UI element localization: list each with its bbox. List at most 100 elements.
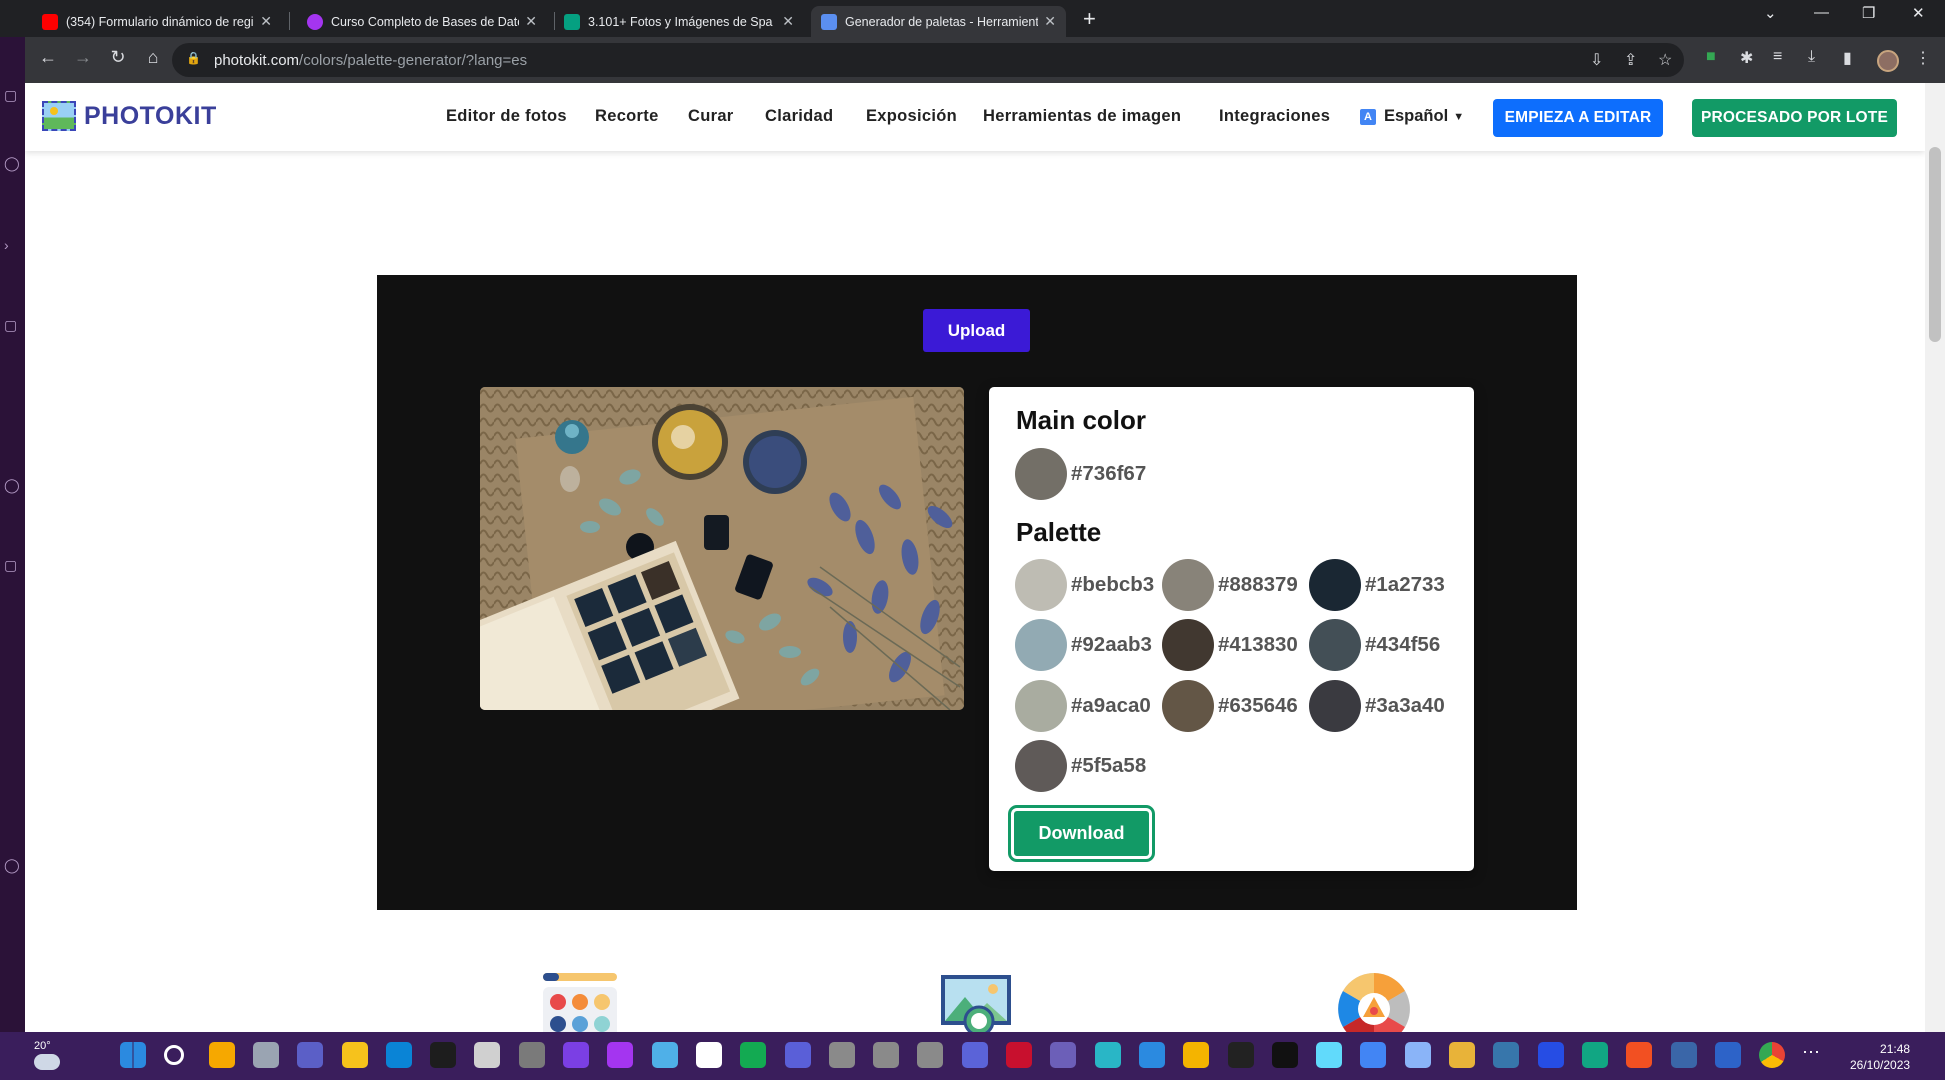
browser-tab[interactable]: 3.101+ Fotos y Imágenes de Spa Gr ✕ (554, 6, 804, 37)
scrollbar-thumb[interactable] (1929, 147, 1941, 342)
palette-swatch[interactable]: #bebcb3 (1015, 559, 1154, 611)
google-icon[interactable] (1360, 1042, 1387, 1068)
app-icon[interactable] (430, 1042, 457, 1068)
share-icon[interactable]: ⇪ (1624, 50, 1637, 70)
browser-tab[interactable]: (354) Formulario dinámico de regis ✕ (32, 6, 282, 37)
close-tab-icon[interactable]: ✕ (525, 13, 537, 30)
side-icon[interactable]: ◯ (4, 155, 20, 172)
main-color-swatch[interactable]: #736f67 (1015, 448, 1146, 500)
app-icon[interactable] (828, 1042, 855, 1068)
app-icon[interactable] (1449, 1042, 1475, 1068)
reload-icon[interactable]: ↻ (106, 47, 130, 68)
close-window-icon[interactable]: ✕ (1912, 4, 1925, 22)
site-logo[interactable]: PHOTOKIT (42, 101, 217, 131)
nav-link-curate[interactable]: Curar (688, 107, 734, 126)
side-icon[interactable]: ◯ (4, 477, 20, 494)
language-selector[interactable]: A Español ▼ (1360, 107, 1464, 126)
nav-link-integrations[interactable]: Integraciones (1219, 107, 1330, 126)
forward-icon[interactable]: → (71, 47, 95, 68)
app-icon[interactable] (961, 1042, 988, 1068)
side-icon[interactable]: ▢ (4, 317, 17, 334)
palette-swatch[interactable]: #434f56 (1309, 619, 1440, 671)
app-icon[interactable] (1581, 1042, 1608, 1068)
udemy-icon[interactable] (607, 1042, 634, 1068)
nav-link-crop[interactable]: Recorte (595, 107, 659, 126)
start-icon[interactable] (120, 1042, 146, 1068)
app-icon[interactable] (917, 1042, 944, 1068)
address-bar[interactable]: 🔒 photokit.com/colors/palette-generator/… (172, 43, 1684, 77)
download-button[interactable]: Download (1008, 805, 1155, 862)
app-icon[interactable] (1404, 1042, 1431, 1068)
side-icon[interactable]: ◯ (4, 857, 20, 874)
reading-list-icon[interactable]: ≡ (1773, 48, 1782, 66)
app-icon[interactable] (563, 1042, 589, 1068)
app-icon[interactable] (784, 1042, 811, 1068)
side-icon[interactable]: ▢ (4, 557, 17, 574)
app-icon[interactable] (1670, 1042, 1697, 1068)
side-icon[interactable]: ▢ (4, 87, 17, 104)
side-icon[interactable]: › (4, 237, 9, 253)
app-icon[interactable] (1227, 1042, 1254, 1068)
new-tab-button[interactable]: + (1083, 6, 1096, 32)
nav-link-editor[interactable]: Editor de fotos (446, 107, 567, 126)
nav-link-tools[interactable]: Herramientas de imagen (983, 107, 1181, 126)
widgets-icon[interactable] (208, 1042, 235, 1068)
back-icon[interactable]: ← (36, 47, 60, 68)
clock[interactable]: 21:48 26/10/2023 (1850, 1041, 1910, 1073)
home-icon[interactable]: ⌂ (141, 47, 165, 68)
app-icon[interactable] (1094, 1042, 1121, 1068)
css-icon[interactable] (1537, 1042, 1564, 1068)
app-icon[interactable] (1183, 1042, 1210, 1068)
nav-link-clarity[interactable]: Claridad (765, 107, 833, 126)
app-icon[interactable] (474, 1042, 501, 1068)
react-icon[interactable] (1316, 1042, 1343, 1068)
lock-icon[interactable]: 🔒 (186, 51, 201, 65)
palette-swatch[interactable]: #5f5a58 (1015, 740, 1146, 792)
edge-icon[interactable] (385, 1042, 412, 1068)
palette-swatch[interactable]: #92aab3 (1015, 619, 1152, 671)
palette-swatch[interactable]: #a9aca0 (1015, 680, 1151, 732)
teams-icon[interactable] (297, 1042, 324, 1068)
task-view-icon[interactable] (252, 1042, 279, 1068)
palette-swatch[interactable]: #635646 (1162, 680, 1298, 732)
side-panel-icon[interactable]: ▮ (1843, 48, 1852, 68)
close-tab-icon[interactable]: ✕ (260, 13, 272, 30)
extension-icon[interactable]: ■ (1706, 48, 1716, 66)
tab-search-icon[interactable]: ⌄ (1764, 4, 1777, 22)
palette-swatch[interactable]: #888379 (1162, 559, 1298, 611)
close-tab-icon[interactable]: ✕ (782, 13, 794, 30)
extensions-puzzle-icon[interactable]: ✱ (1740, 48, 1753, 68)
install-app-icon[interactable]: ⇩ (1590, 50, 1603, 70)
browser-tab[interactable]: Curso Completo de Bases de Datos ✕ (297, 6, 547, 37)
nav-link-exposure[interactable]: Exposición (866, 107, 957, 126)
search-icon[interactable] (164, 1045, 185, 1065)
upload-button[interactable]: Upload (923, 309, 1030, 352)
app-icon[interactable] (1138, 1042, 1165, 1068)
bookmark-star-icon[interactable]: ☆ (1658, 50, 1672, 70)
palette-swatch[interactable]: #413830 (1162, 619, 1298, 671)
app-icon[interactable] (518, 1042, 545, 1068)
weather-widget[interactable]: 20° (34, 1040, 60, 1070)
microsoft-icon[interactable] (1626, 1042, 1653, 1068)
app-icon[interactable] (1271, 1042, 1298, 1068)
overflow-dots-icon[interactable]: ⋯ (1798, 1042, 1824, 1068)
app-icon[interactable] (873, 1042, 900, 1068)
close-tab-icon[interactable]: ✕ (1044, 13, 1056, 30)
minimize-icon[interactable]: — (1814, 4, 1829, 21)
downloads-icon[interactable]: ⤓ (1808, 48, 1815, 66)
palette-swatch[interactable]: #1a2733 (1309, 559, 1445, 611)
python-icon[interactable] (1493, 1042, 1520, 1068)
batch-processing-button[interactable]: PROCESADO POR LOTE (1692, 99, 1897, 137)
url-text[interactable]: photokit.com/colors/palette-generator/?l… (214, 52, 527, 69)
restore-icon[interactable]: ❐ (1862, 4, 1875, 22)
start-editing-button[interactable]: EMPIEZA A EDITAR (1493, 99, 1663, 137)
menu-dots-icon[interactable]: ⋮ (1915, 48, 1931, 68)
profile-avatar[interactable] (1877, 50, 1899, 72)
app-icon[interactable] (1714, 1042, 1741, 1068)
app-icon[interactable] (1006, 1042, 1032, 1068)
browser-tab-active[interactable]: Generador de paletas - Herramient ✕ (811, 6, 1066, 37)
app-icon[interactable] (695, 1042, 722, 1068)
file-explorer-icon[interactable] (341, 1042, 368, 1068)
mongodb-icon[interactable] (740, 1042, 767, 1068)
chrome-icon[interactable] (1759, 1042, 1786, 1068)
